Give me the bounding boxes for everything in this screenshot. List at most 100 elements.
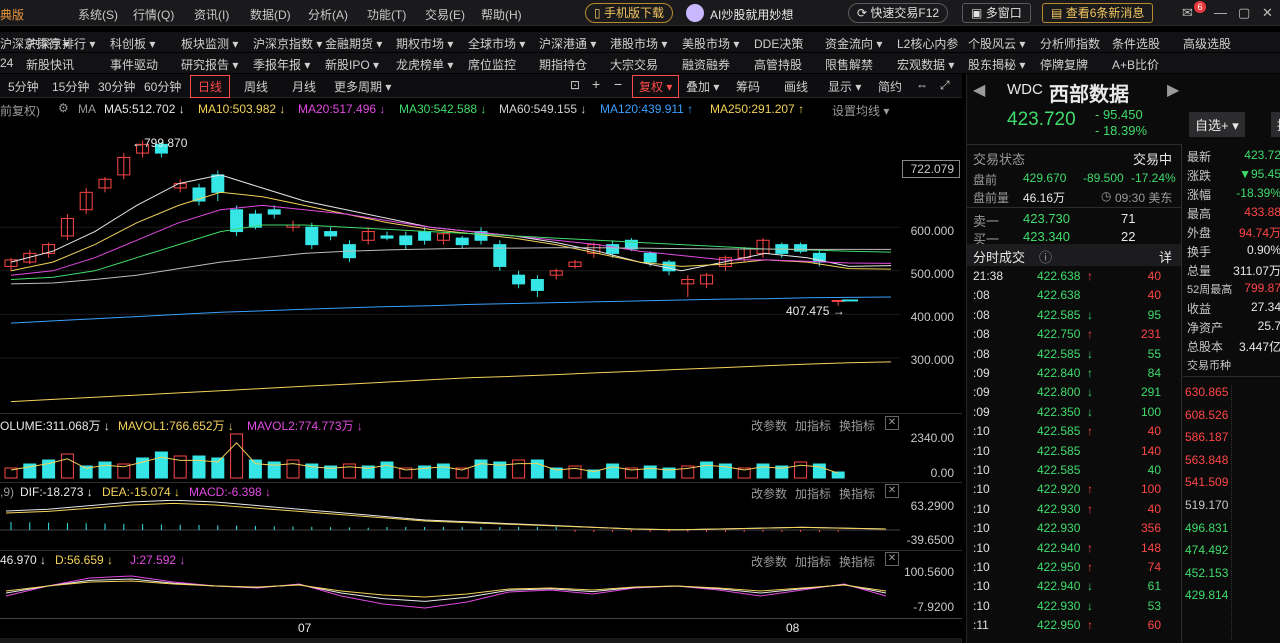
menu-data[interactable]: 数据(D) [250, 6, 291, 23]
fq-select[interactable]: 复权 ▾ [632, 75, 680, 98]
nav-item[interactable]: 龙虎榜单 ▾ [396, 56, 453, 73]
mail-icon[interactable]: ✉ [1182, 5, 1193, 21]
time-axis-line [0, 618, 962, 619]
period-daily[interactable]: 日线 [190, 75, 231, 98]
nav-item[interactable]: 高级选股 [1183, 35, 1231, 52]
nav-item[interactable]: 科创板 ▾ [110, 35, 155, 52]
nav-item[interactable]: DDE决策 [754, 35, 803, 52]
nav-item[interactable]: 停牌复牌 [1040, 56, 1088, 73]
mobile-download-button[interactable]: ▯ 手机版下载 [585, 3, 673, 23]
gear-icon[interactable]: ⚙ [58, 101, 69, 115]
fullscreen-icon[interactable]: ⤢ [940, 78, 950, 93]
tick-time: :10 [973, 463, 990, 477]
period-more[interactable]: 更多周期 ▾ [334, 78, 391, 95]
overlay-button[interactable]: 叠加 ▾ [686, 78, 719, 95]
stock-code: WDC [1007, 81, 1043, 98]
nav-item[interactable]: 金融期货 ▾ [325, 35, 382, 52]
set-ma-button[interactable]: 设置均线 ▾ [832, 102, 889, 119]
news-button[interactable]: ▤ 查看6条新消息 [1042, 3, 1154, 23]
kdj-k-value: 46.970 ↓ [0, 553, 47, 567]
menu-analysis[interactable]: 分析(A) [308, 6, 348, 23]
close-icon[interactable]: ✕ [885, 416, 899, 430]
period-60min[interactable]: 60分钟 [144, 78, 181, 95]
nav-item[interactable]: 高管持股 [754, 56, 802, 73]
nav-item[interactable]: 股东揭秘 ▾ [968, 56, 1025, 73]
kline-chart[interactable]: 前复权) ⚙ MA MA5:512.702 ↓ MA10:503.982 ↓ M… [0, 98, 962, 643]
nav-item[interactable]: 限售解禁 [825, 56, 873, 73]
nav-item[interactable]: 条件选股 [1112, 35, 1160, 52]
nav-item[interactable]: 全球市场 ▾ [468, 35, 525, 52]
news-icon: ▤ [1051, 6, 1063, 20]
nav-item[interactable]: 港股市场 ▾ [610, 35, 667, 52]
nav-item[interactable]: 席位监控 [468, 56, 516, 73]
stat-value: 0.90% [1246, 243, 1280, 257]
app-logo: 典版 [0, 8, 25, 22]
nav-item[interactable]: 新股快讯 [26, 56, 74, 73]
zoom-out-icon[interactable]: − [614, 76, 622, 92]
stat-value: 94.74万 [1238, 226, 1280, 240]
nav-item[interactable]: L2核心内参 [897, 35, 958, 52]
nav-item[interactable]: 分析师指数 [1040, 35, 1100, 52]
nav-item[interactable]: 沪深京指数 ▾ [253, 35, 322, 52]
stat-label: 涨幅 [1187, 188, 1212, 202]
menu-function[interactable]: 功能(T) [367, 6, 406, 23]
menu-trade[interactable]: 交易(E) [425, 6, 465, 23]
price-change: - 95.450 [1095, 107, 1143, 122]
period-5min[interactable]: 5分钟 [8, 78, 39, 95]
period-weekly[interactable]: 周线 [244, 78, 268, 95]
period-15min[interactable]: 15分钟 [52, 78, 89, 95]
nav-item[interactable]: 美股市场 ▾ [682, 35, 739, 52]
menu-info[interactable]: 资讯(I) [194, 6, 229, 23]
nav-item[interactable]: 期权市场 ▾ [396, 35, 453, 52]
nav-item[interactable]: 新股IPO ▾ [325, 56, 379, 73]
extra-button[interactable]: 提 [1271, 112, 1280, 137]
nav-item[interactable]: 大宗交易 [610, 56, 658, 73]
tick-row: :10 422.930 ↓ 53 [967, 597, 1181, 616]
multi-window-button[interactable]: ▣ 多窗口 [962, 3, 1031, 23]
volume-pane [4, 433, 845, 479]
nav-item[interactable]: 融资融券 [682, 56, 730, 73]
stat-row: 换手 0.90% [1183, 241, 1280, 260]
draw-line-button[interactable]: 画线 [784, 78, 808, 95]
tick-row: :10 422.950 ↑ 74 [967, 558, 1181, 577]
zoom-in-icon[interactable]: + [592, 76, 600, 92]
lock-icon[interactable]: ⊡ [570, 78, 580, 92]
chart-scrollbar[interactable] [0, 638, 962, 643]
period-monthly[interactable]: 月线 [292, 78, 316, 95]
nav-item[interactable]: 期指持仓 [539, 56, 587, 73]
candle-body [643, 252, 657, 263]
volume-bar [230, 433, 244, 479]
close-icon[interactable]: ✕ [1262, 5, 1273, 21]
chips-button[interactable]: 筹码 [736, 78, 760, 95]
display-button[interactable]: 显示 ▾ [828, 78, 861, 95]
nav-item[interactable]: 研究报告 ▾ [181, 56, 238, 73]
close-icon[interactable]: ✕ [885, 484, 899, 498]
nav-item[interactable]: 沪深港通 ▾ [539, 35, 596, 52]
close-icon[interactable]: ✕ [885, 552, 899, 566]
tick-arrow: ↑ [1087, 482, 1093, 497]
quick-trade-button[interactable]: ⟳ 快速交易F12 [848, 3, 949, 23]
prev-stock-icon[interactable]: ◀ [973, 80, 985, 100]
next-stock-icon[interactable]: ▶ [1167, 80, 1179, 100]
nav-item[interactable]: 宏观数据 ▾ [897, 56, 954, 73]
nav-item[interactable]: A+B比价 [1112, 56, 1159, 73]
ai-promo-link[interactable]: AI炒股就用妙想 [710, 6, 793, 23]
macd-pane [0, 500, 900, 532]
simple-button[interactable]: 简约 [878, 78, 902, 95]
menu-system[interactable]: 系统(S) [78, 6, 118, 23]
nav-item[interactable]: 事件驱动 [110, 56, 158, 73]
nav-item[interactable]: 资金流向 ▾ [825, 35, 882, 52]
expand-icon[interactable]: ⇔ [916, 78, 928, 92]
nav-item[interactable]: 板块监测 ▾ [181, 35, 238, 52]
watchlist-button[interactable]: 自选+ ▾ [1189, 112, 1245, 137]
nav-item[interactable]: 季报年报 ▾ [253, 56, 310, 73]
nav-item[interactable]: 个股风云 ▾ [968, 35, 1025, 52]
menu-help[interactable]: 帮助(H) [481, 6, 522, 23]
period-30min[interactable]: 30分钟 [98, 78, 135, 95]
menu-quote[interactable]: 行情(Q) [133, 6, 174, 23]
nav-item[interactable]: 沪深京排行 ▾ [26, 35, 95, 52]
tick-volume: 140 [1140, 443, 1161, 458]
minimize-icon[interactable]: — [1214, 5, 1227, 20]
restore-icon[interactable]: ▢ [1238, 5, 1250, 21]
tick-time: :11 [973, 618, 989, 633]
